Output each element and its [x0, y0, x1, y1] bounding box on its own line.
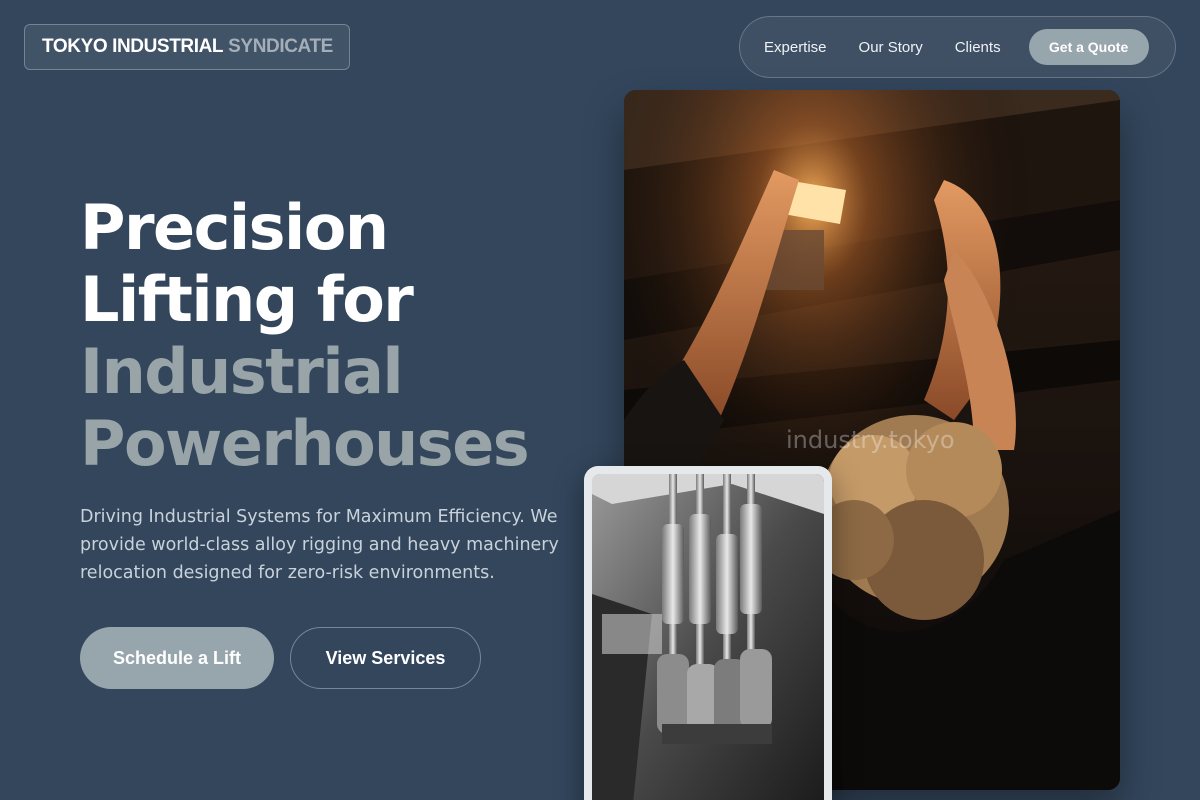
- brand-name-primary: TOKYO INDUSTRIAL: [42, 36, 224, 57]
- nav-link-expertise[interactable]: Expertise: [764, 39, 827, 56]
- view-services-button[interactable]: View Services: [290, 627, 481, 689]
- hero-headline: Precision Lifting for Industrial Powerho…: [80, 191, 530, 480]
- brand-name-secondary: SYNDICATE: [228, 36, 333, 57]
- headline-line-4: Powerhouses: [80, 407, 530, 480]
- get-quote-button[interactable]: Get a Quote: [1028, 29, 1149, 65]
- rigging-photo: [592, 474, 824, 800]
- headline-line-1: Precision: [80, 191, 389, 264]
- nav-link-our-story[interactable]: Our Story: [859, 39, 923, 56]
- rigging-shackles-illustration: [592, 474, 824, 800]
- main-nav: Expertise Our Story Clients Get a Quote: [739, 16, 1176, 78]
- nav-link-clients[interactable]: Clients: [955, 39, 1001, 56]
- schedule-lift-button[interactable]: Schedule a Lift: [80, 627, 274, 689]
- hero-description: Driving Industrial Systems for Maximum E…: [80, 507, 559, 583]
- headline-line-3: Industrial: [80, 335, 404, 408]
- photo-watermark: industry.tokyo: [786, 426, 955, 454]
- rigging-photo-card: [584, 466, 832, 800]
- brand-logo[interactable]: TOKYO INDUSTRIAL SYNDICATE: [24, 24, 350, 70]
- headline-line-2: Lifting for: [80, 263, 414, 336]
